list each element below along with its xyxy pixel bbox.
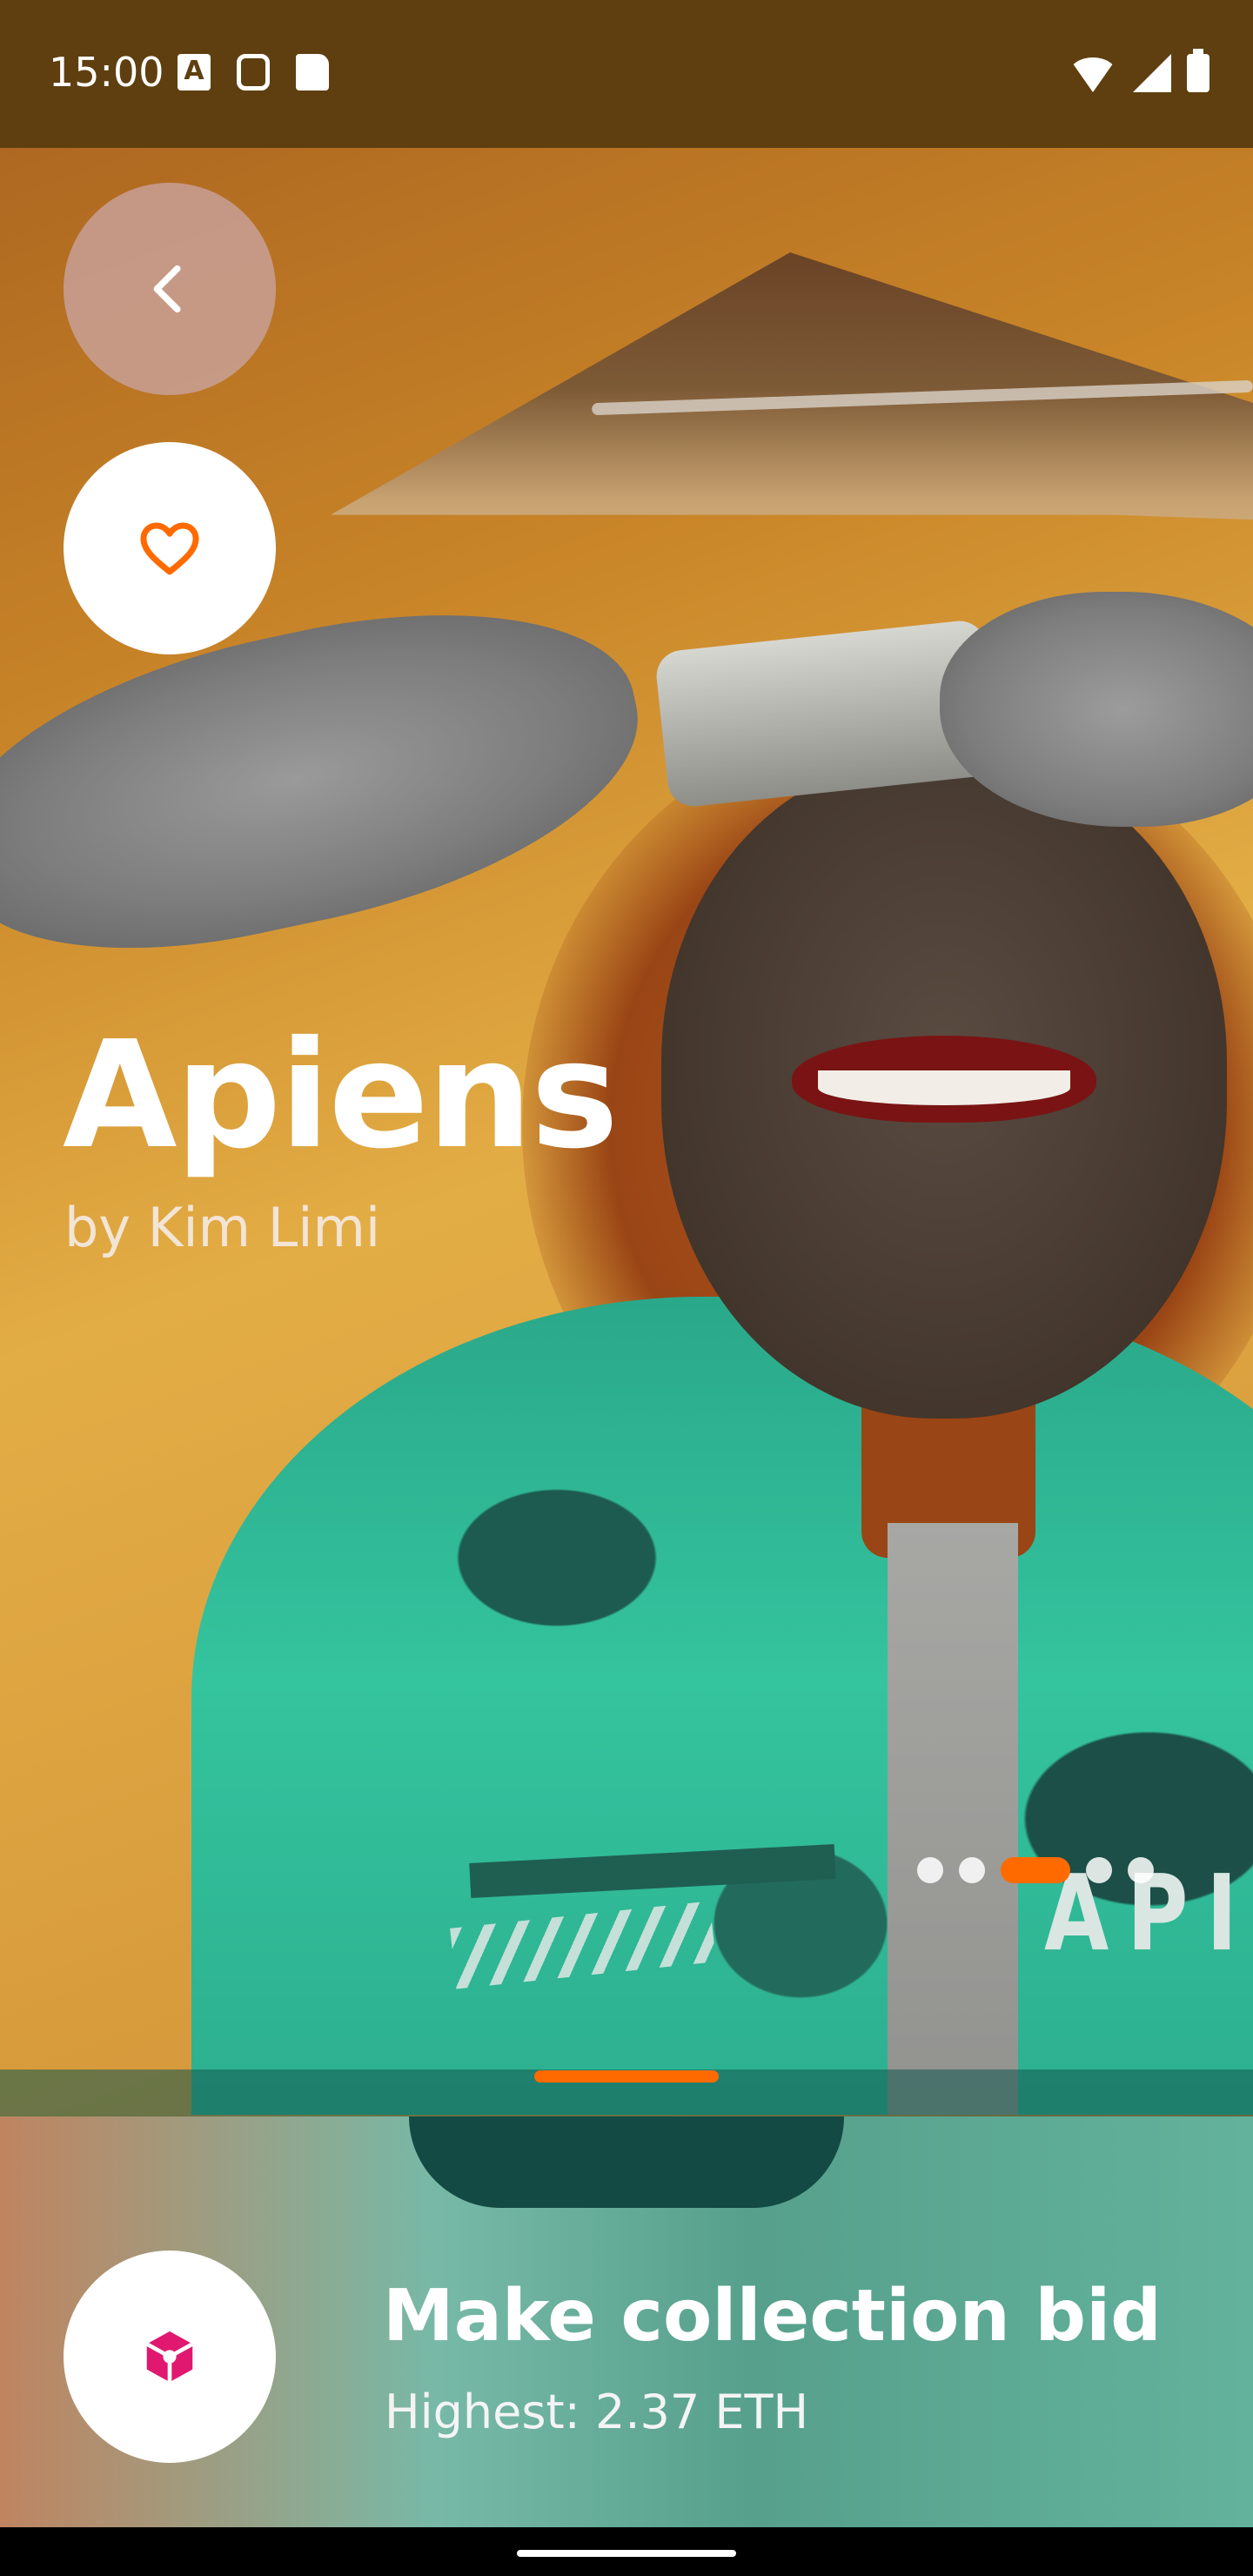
robot-icon [237, 54, 270, 91]
carousel-dot[interactable] [959, 1857, 985, 1883]
carousel-dot[interactable] [1128, 1857, 1154, 1883]
status-time: 15:00 [49, 49, 164, 96]
highest-bid-value: Highest: 2.37 ETH [385, 2385, 809, 2439]
system-nav-bar [0, 2527, 1253, 2576]
collection-creator: by Kim Limi [64, 1196, 381, 1259]
favorite-button[interactable] [64, 442, 276, 654]
carousel-dot[interactable] [917, 1857, 943, 1883]
a-box-icon [178, 54, 211, 91]
artwork-fur-left [0, 566, 667, 992]
back-button[interactable] [64, 183, 276, 395]
status-bar: 15:00 [0, 0, 1253, 148]
signal-icon [1133, 54, 1171, 92]
carousel-indicator [917, 1857, 1154, 1883]
collection-title: Apiens [63, 1010, 619, 1182]
chevron-left-icon [153, 265, 181, 313]
bottom-sheet-notch [409, 2116, 844, 2208]
sd-card-icon [296, 54, 329, 91]
artwork-teeth [818, 1070, 1070, 1105]
artwork-jacket [191, 1297, 1253, 2115]
carousel-dot-active[interactable] [1001, 1857, 1070, 1883]
battery-icon [1187, 49, 1209, 92]
carousel-dot[interactable] [1086, 1857, 1112, 1883]
status-icons-left [178, 54, 329, 91]
make-bid-label[interactable]: Make collection bid [383, 2275, 1162, 2358]
status-icons-right [1069, 49, 1209, 92]
make-bid-button[interactable] [64, 2251, 276, 2463]
bottom-sheet-handle[interactable] [534, 2070, 719, 2083]
heart-icon [140, 522, 199, 575]
screen: API 15:00 Apiens by Kim Limi [0, 0, 1253, 2576]
wifi-icon [1069, 57, 1117, 92]
artwork-shirt [888, 1523, 1018, 2115]
cube-icon [145, 2331, 194, 2383]
home-gesture-pill[interactable] [517, 2550, 736, 2557]
